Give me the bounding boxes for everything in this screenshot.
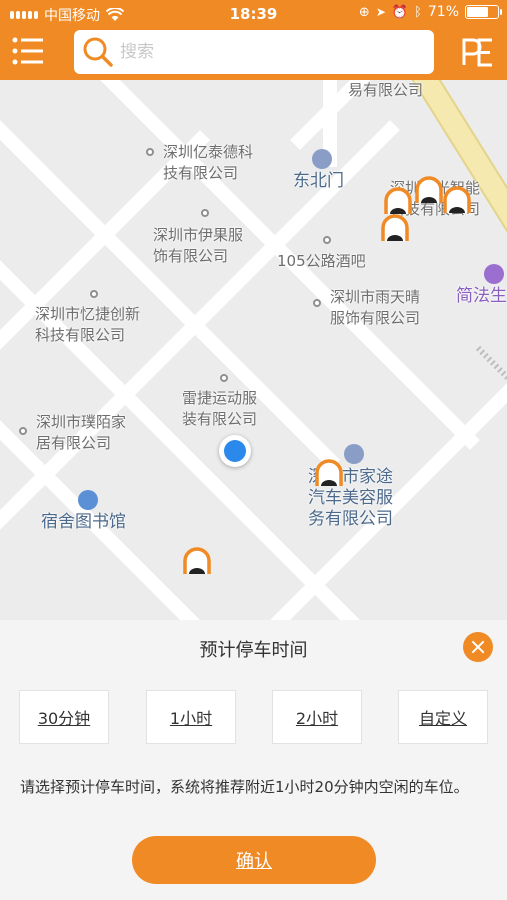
label-line: 服饰有限公司 (330, 309, 421, 327)
option-2hours[interactable]: 2小时 (272, 690, 362, 744)
close-button[interactable] (463, 632, 493, 662)
option-custom[interactable]: 自定义 (398, 690, 488, 744)
poi-dot[interactable] (220, 374, 228, 382)
label-line: 深圳市璞陌家 (36, 413, 127, 431)
map-label-jiuba: 105公路酒吧 (277, 252, 366, 270)
search-input[interactable] (120, 42, 400, 62)
search-bar[interactable] (74, 30, 434, 74)
label-line: 饰有限公司 (153, 247, 229, 265)
gate-icon (312, 149, 332, 169)
map-label-yiguo: 深圳市伊果服 饰有限公司 (153, 225, 243, 267)
poi-dot[interactable] (323, 236, 331, 244)
bluetooth-icon: ᛒ (414, 4, 422, 20)
label-line: 深圳市伊果服 (153, 226, 244, 244)
label-line: 装有限公司 (182, 410, 258, 428)
parking-marker-icon[interactable] (182, 546, 212, 576)
panel-title: 预计停车时间 (199, 640, 308, 661)
label-line: 技有限公司 (163, 164, 239, 182)
map-label-jianfa: 简法生 (456, 286, 507, 306)
lock-rotation-icon: ⊕ (358, 4, 370, 20)
map-label-yutianqing: 深圳市雨天晴 服饰有限公司 (330, 287, 420, 329)
hint-text: 请选择预计停车时间，系统将推荐附近1小时20分钟内空闲的车位。 (20, 778, 469, 796)
label-line: 深圳市雨天晴 (330, 288, 421, 306)
status-bar: 中国移动 18:39 ⊕ ➤ ⏰ ᛒ 71% (0, 0, 507, 28)
app-header: 中国移动 18:39 ⊕ ➤ ⏰ ᛒ 71% (0, 0, 507, 80)
label-line: 居有限公司 (36, 434, 112, 452)
map-label-library: 宿舍图书馆 (41, 512, 126, 532)
battery-percent: 71% (427, 4, 459, 20)
parking-marker-icon[interactable] (383, 186, 413, 216)
map-label-yujie: 深圳市忆捷创新 科技有限公司 (35, 304, 140, 346)
menu-button[interactable] (12, 36, 46, 66)
label-line: 务有限公司 (308, 509, 393, 529)
map-label-pumo: 深圳市璞陌家 居有限公司 (36, 412, 126, 454)
poi-dot[interactable] (313, 299, 321, 307)
label-line: 雷捷运动服 (182, 389, 258, 407)
map-label-yitaide: 深圳亿泰德科 技有限公司 (163, 142, 253, 184)
parking-time-panel: 预计停车时间 30分钟 1小时 2小时 自定义 请选择预计停车时间，系统将推荐附… (0, 620, 507, 900)
poi-dot[interactable] (146, 148, 154, 156)
car-service-icon (344, 444, 364, 464)
label-line: 科技有限公司 (35, 326, 126, 344)
poi-dot[interactable] (90, 290, 98, 298)
map-roads (0, 80, 507, 620)
option-1hour[interactable]: 1小时 (146, 690, 236, 744)
status-right: ⊕ ➤ ⏰ ᛒ 71% (358, 4, 502, 20)
parking-marker-icon[interactable] (380, 213, 410, 243)
label-line: 汽车美容服 (308, 488, 393, 508)
label-line: 深圳市忆捷创新 (35, 305, 141, 323)
map-label-leijie: 雷捷运动服 装有限公司 (182, 388, 257, 430)
parking-marker-icon[interactable] (442, 185, 472, 215)
shop-icon (484, 264, 504, 284)
library-icon (78, 490, 98, 510)
battery-icon (465, 5, 502, 19)
current-location-icon (219, 435, 251, 467)
map-label-top: 易有限公司 (348, 81, 424, 99)
pe-button[interactable] (461, 36, 495, 68)
poi-dot[interactable] (19, 427, 27, 435)
parking-marker-icon[interactable] (314, 458, 344, 488)
pe-icon (462, 38, 492, 67)
map-view[interactable]: 易有限公司 深圳亿泰德科 技有限公司 东北门 深圳欧光智能 科技有限公司 深圳市… (0, 80, 507, 620)
poi-dot[interactable] (201, 209, 209, 217)
search-icon (83, 37, 113, 67)
location-arrow-icon: ➤ (375, 5, 386, 19)
option-30min[interactable]: 30分钟 (19, 690, 109, 744)
confirm-button[interactable]: 确认 (132, 836, 376, 884)
label-line: 深圳亿泰德科 (163, 143, 254, 161)
menu-icon (12, 37, 43, 65)
map-label-dongbeimen: 东北门 (293, 171, 344, 191)
alarm-icon: ⏰ (391, 4, 409, 20)
parking-marker-icon[interactable] (414, 175, 444, 205)
